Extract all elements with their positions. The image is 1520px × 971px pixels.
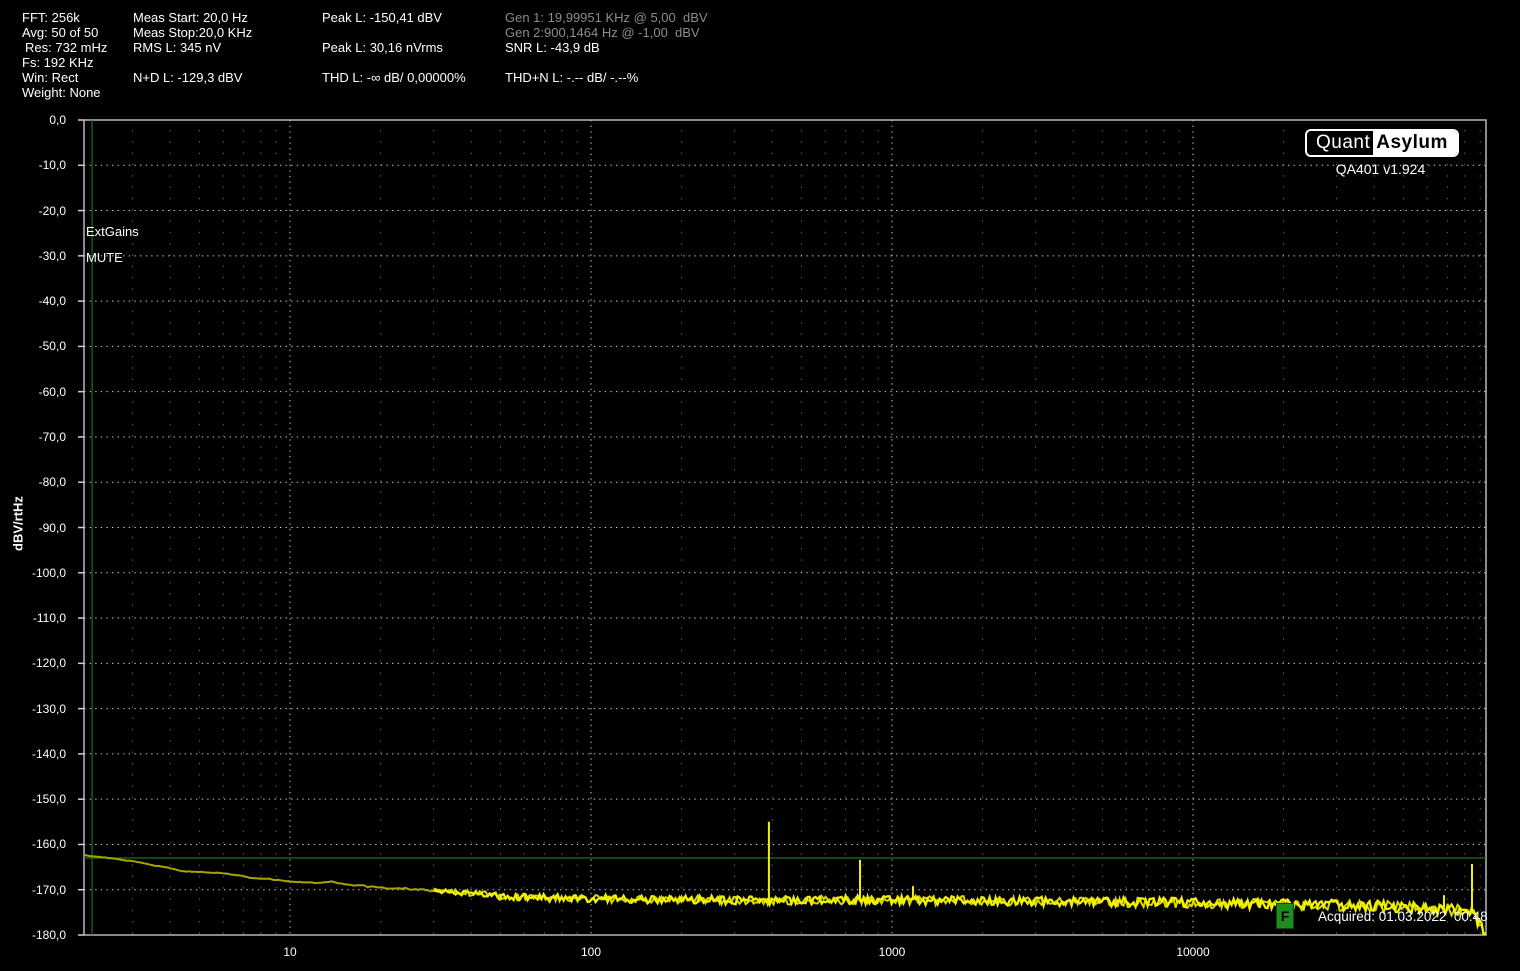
x-tick-label: 10000 — [1176, 945, 1209, 959]
noise-trace — [84, 855, 434, 891]
x-tick-label: 100 — [581, 945, 601, 959]
y-tick-label: -10,0 — [0, 158, 66, 172]
y-tick-label: -110,0 — [0, 611, 66, 625]
firmware-version: QA401 v1.924 — [1305, 161, 1456, 177]
mute-indicator: MUTE — [86, 250, 123, 265]
y-tick-label: -160,0 — [0, 837, 66, 851]
y-tick-label: -120,0 — [0, 656, 66, 670]
x-tick-label: 10 — [283, 945, 296, 959]
y-tick-label: -180,0 — [0, 928, 66, 942]
logo-asylum: Asylum — [1373, 131, 1457, 155]
y-tick-label: -30,0 — [0, 249, 66, 263]
y-tick-label: -170,0 — [0, 883, 66, 897]
y-tick-label: -150,0 — [0, 792, 66, 806]
y-tick-label: -70,0 — [0, 430, 66, 444]
y-tick-label: 0,0 — [0, 113, 66, 127]
spectrum-plot[interactable] — [0, 0, 1520, 971]
y-tick-label: -100,0 — [0, 566, 66, 580]
quantasylum-logo: Quant Asylum — [1305, 129, 1459, 157]
qa401-window: FFT: 256k Avg: 50 of 50 Res: 732 mHz Fs:… — [0, 0, 1520, 971]
y-tick-label: -20,0 — [0, 204, 66, 218]
marker-flag[interactable]: F — [1276, 903, 1294, 929]
x-tick-label: 1000 — [879, 945, 906, 959]
logo-quant: Quant — [1307, 131, 1373, 155]
y-tick-label: -140,0 — [0, 747, 66, 761]
y-tick-label: -90,0 — [0, 521, 66, 535]
acquired-timestamp: Acquired: 01.03.2022 00:48 — [1318, 909, 1488, 924]
ext-gains-indicator: ExtGains — [86, 224, 139, 239]
y-tick-label: -60,0 — [0, 385, 66, 399]
y-tick-label: -50,0 — [0, 339, 66, 353]
y-tick-label: -80,0 — [0, 475, 66, 489]
y-tick-label: -40,0 — [0, 294, 66, 308]
y-tick-label: -130,0 — [0, 702, 66, 716]
